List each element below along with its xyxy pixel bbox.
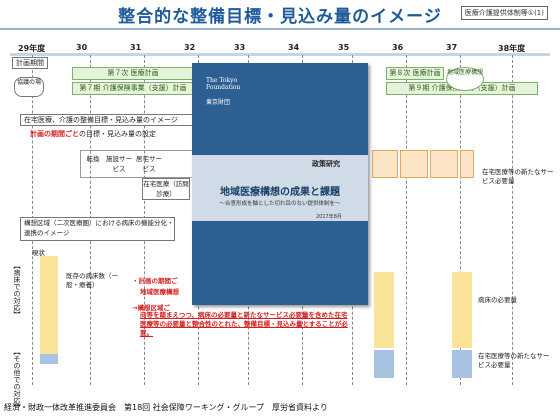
year-label: 30 — [76, 43, 88, 52]
bullet2-text: 向等を踏まえつつ、病床の必要量と新たなサービス必要量を含めた在宅医療等の必要量と… — [140, 311, 348, 337]
book-title: 地域医療構想の成果と課題 — [220, 187, 340, 198]
year-label: 36 — [392, 43, 404, 52]
future-other-bar-1 — [374, 350, 394, 378]
page-title: 整合的な整備目標・見込み量のイメージ — [118, 7, 442, 27]
existing-beds-label: 既存の病床数（一般・療養） — [66, 272, 118, 289]
current-other-bar — [40, 354, 58, 364]
right-orange-box-4 — [460, 150, 474, 178]
year-label: 29年度 — [18, 44, 46, 53]
future-beds-bar-2 — [452, 272, 472, 348]
document-tag: 医療介護提供体制等①(1) — [460, 6, 548, 20]
targets-sub-rest: の目標・見込み量の設定 — [79, 130, 156, 138]
med-plan-7-arrow: 第７次 医療計画 — [72, 67, 194, 80]
right-orange-box-2 — [400, 150, 428, 178]
year-label: 32 — [184, 43, 196, 52]
plan-period-label: 計画期間 — [12, 57, 48, 69]
med-plan-8-arrow: 第８次 医療計画 — [386, 67, 444, 80]
facility-col: 施設サービス — [106, 155, 132, 173]
cooperation-label: 協議の場 — [14, 77, 44, 97]
region-box: 構想区域（二次医療圏）における病床の機能分化・連携のイメージ — [20, 217, 175, 241]
targets-sub-red: 計画の期間ごと — [30, 130, 79, 138]
targets-subheading: 計画の期間ごとの目標・見込み量の設定 — [30, 129, 156, 139]
publisher-name-jp: 東京財団 — [206, 99, 231, 106]
year-label: 35 — [338, 43, 350, 52]
year-gridline — [406, 55, 407, 385]
care-plan-7-arrow: 第７期 介護保険事業（支援）計画 — [72, 82, 194, 95]
year-label: 33 — [234, 43, 246, 52]
bullet1-b: 地域医療構想 — [140, 288, 179, 296]
year-label: 37 — [446, 43, 458, 52]
right-orange-box-1 — [372, 150, 398, 178]
new-need-label-2: 在宅医療等の新たなサービス必要量 — [478, 352, 550, 369]
regional-plan-bubble: 地域医療構想 — [446, 67, 484, 91]
book-subtitle: 〜合意形成を軸とした切れ目のない提供体制を〜 — [219, 201, 341, 207]
book-date: 2017年8月 — [316, 214, 342, 220]
home-service-col: 居宅サービス — [136, 155, 162, 173]
bullet1-red: ・計画の期間ご — [132, 277, 178, 285]
book-title-band: 政策研究 地域医療構想の成果と課題 〜合意形成を軸とした切れ目のない提供体制を〜… — [192, 155, 368, 221]
year-label: 31 — [130, 43, 142, 52]
book-series: 政策研究 — [312, 160, 340, 168]
new-need-label: 在宅医療等の新たなサービス必要量 — [482, 168, 554, 185]
beds-needed-label: 病床の必要量 — [478, 296, 517, 304]
footer-source: 経済・財政一体改革推進委員会 第18回 社会保障ワーキング・グループ 厚労省資料… — [4, 403, 328, 412]
year-bar — [10, 53, 550, 56]
beds-vertical-label: 【病床での対応】 — [13, 262, 21, 318]
year-label: 38年度 — [498, 44, 526, 53]
right-orange-box-3 — [430, 150, 458, 178]
header-divider — [0, 28, 560, 30]
future-other-bar-2 — [452, 350, 472, 378]
publisher-name-en: The Tokyo Foundation — [206, 77, 241, 91]
home-care-box: 在宅医療（訪問診療） — [142, 178, 190, 200]
targets-heading: 在宅医療、介護の整備目標・見込み量のイメージ — [20, 114, 197, 126]
year-label: 34 — [288, 43, 300, 52]
future-beds-bar-1 — [374, 272, 394, 348]
book-cover: The Tokyo Foundation 東京財団 政策研究 地域医療構想の成果… — [192, 63, 368, 305]
year-gridline — [512, 55, 513, 385]
conversion-col: 転換 — [86, 155, 100, 163]
current-beds-bar — [40, 256, 58, 354]
